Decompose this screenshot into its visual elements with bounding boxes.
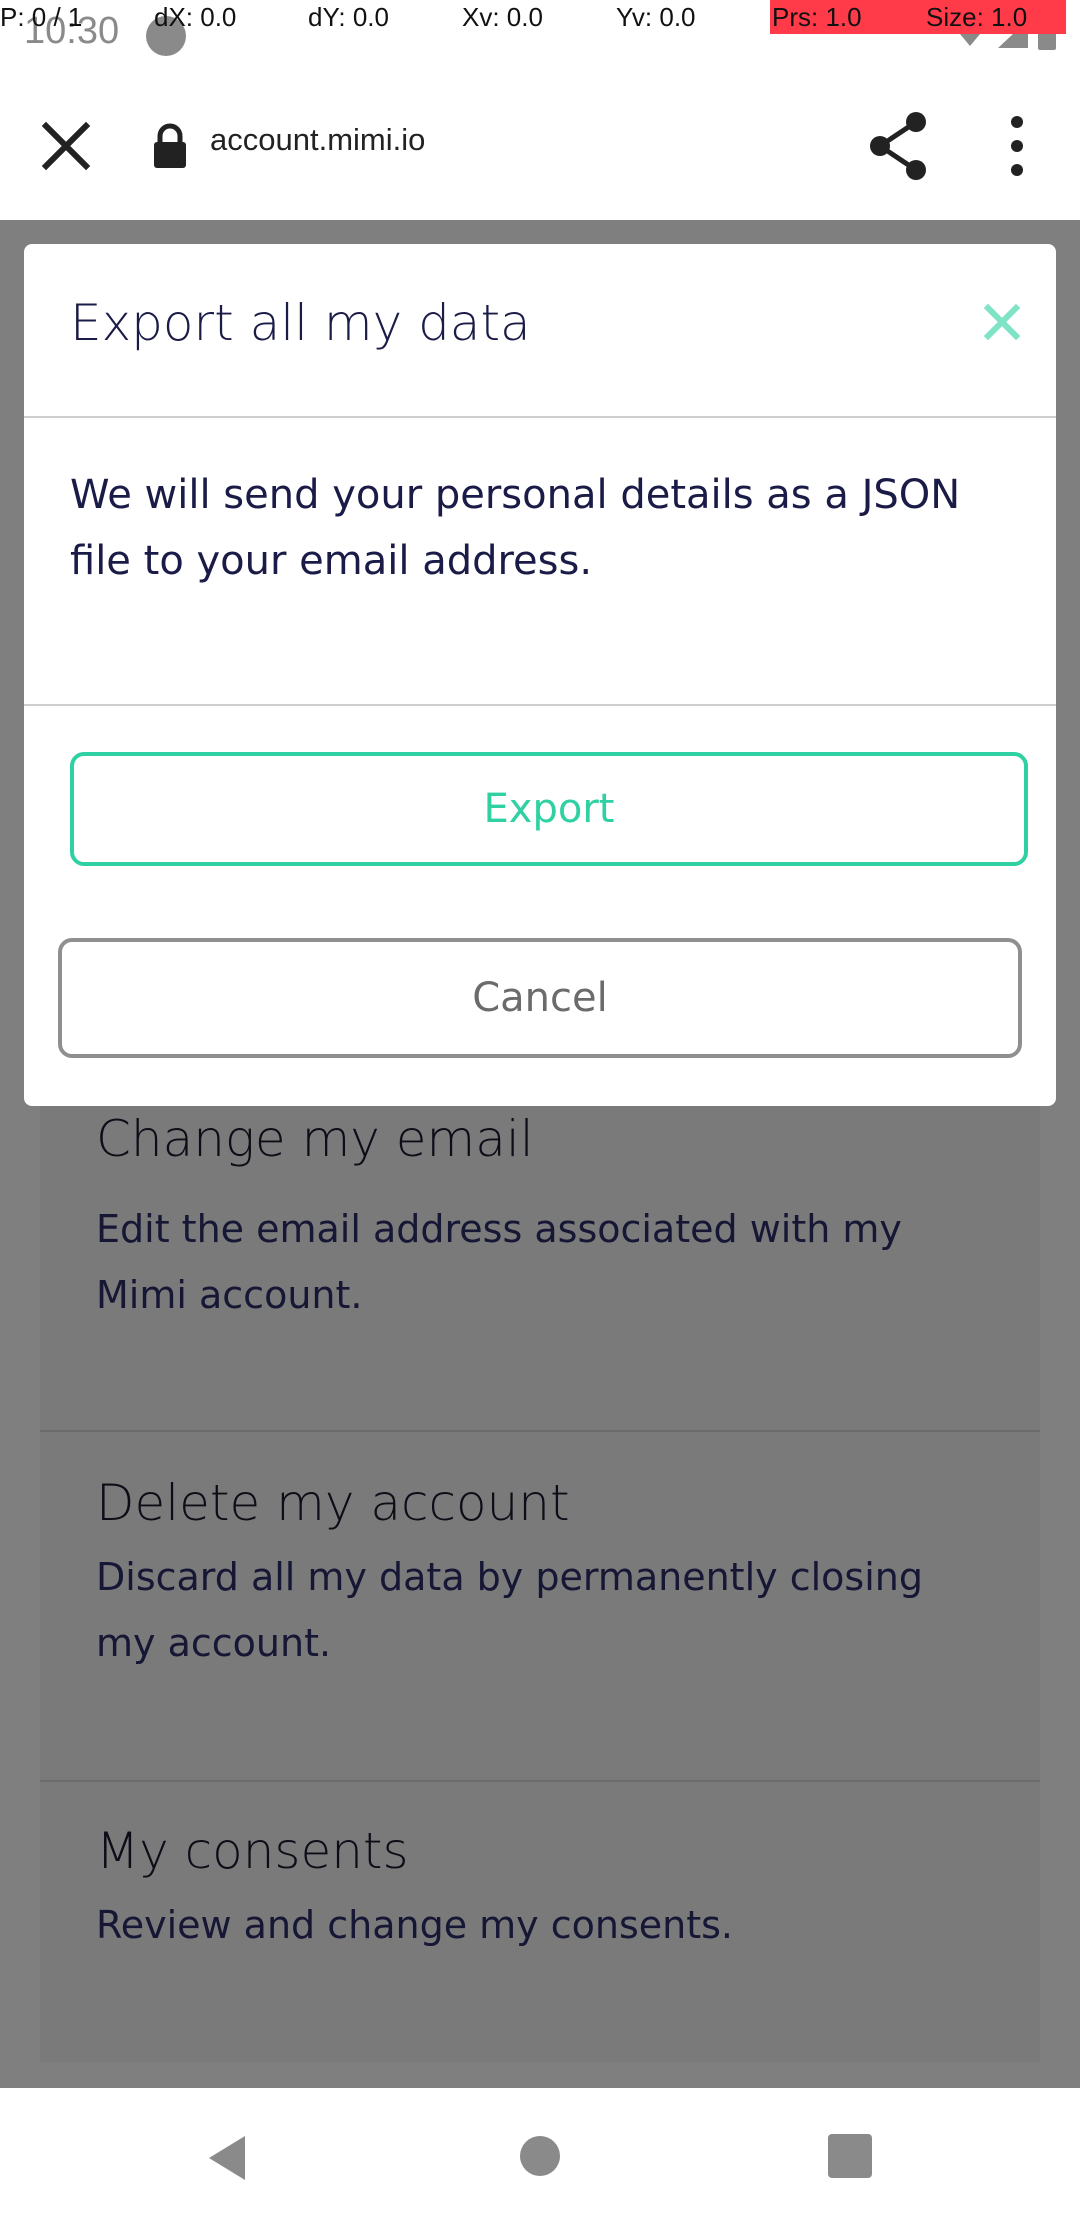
close-icon[interactable] — [36, 116, 96, 176]
dialog-title: Export all my data — [70, 294, 531, 352]
browser-toolbar: account.mimi.io — [0, 70, 1080, 222]
pointer-pressure: Prs: 1.0 — [770, 0, 926, 34]
lock-icon — [154, 123, 186, 168]
dialog-message: We will send your personal details as a … — [70, 472, 961, 584]
address-bar-url[interactable]: account.mimi.io — [210, 122, 425, 158]
cancel-button[interactable]: Cancel — [58, 938, 1022, 1058]
pointer-count: P: 0 / 1 — [0, 2, 83, 32]
recents-icon[interactable] — [828, 2134, 872, 2178]
home-icon[interactable] — [520, 2136, 560, 2176]
pointer-xv: Xv: 0.0 — [462, 2, 543, 32]
export-button[interactable]: Export — [70, 752, 1028, 866]
divider — [24, 416, 1056, 418]
export-data-dialog: Export all my data We will send your per… — [24, 244, 1056, 1106]
pointer-dx: dX: 0.0 — [154, 2, 237, 32]
divider — [24, 704, 1056, 706]
back-icon[interactable] — [205, 2134, 249, 2182]
status-bar: 10:30 P: 0 / 1 dX: 0.0 dY: 0.0 Xv: 0.0 Y… — [0, 0, 1080, 70]
pointer-dy: dY: 0.0 — [308, 2, 389, 32]
pointer-yv: Yv: 0.0 — [616, 2, 696, 32]
more-vert-icon[interactable] — [1000, 114, 1034, 178]
dialog-close-icon[interactable] — [980, 300, 1024, 344]
pointer-size: Size: 1.0 — [924, 0, 1066, 34]
system-nav-bar — [0, 2088, 1080, 2220]
share-icon[interactable] — [866, 110, 930, 182]
